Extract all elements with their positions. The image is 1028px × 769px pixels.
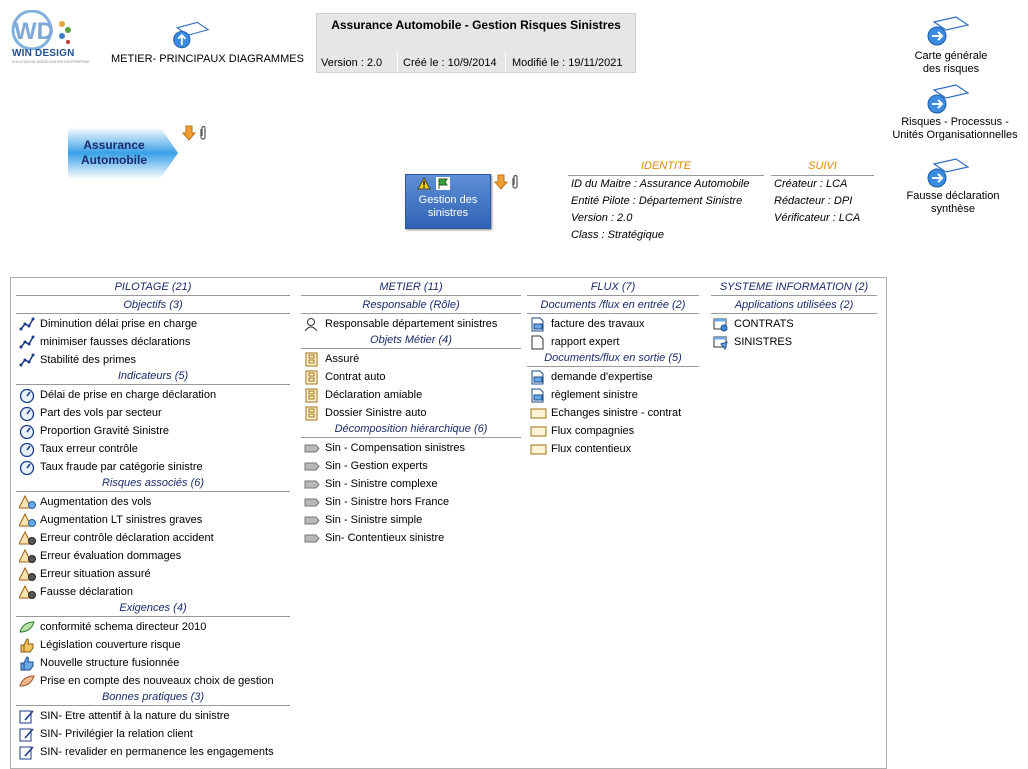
content-grid: PILOTAGE (21) Objectifs (3) Diminution d… [10,277,887,769]
modified-label: Modifié le : 19/11/2021 [512,57,623,69]
flux-entree-header: Documents /flux en entrée (2) [540,299,686,311]
carte-risques-link[interactable]: Carte générale des risques [898,50,1004,76]
suivi-title: SUIVI [808,160,837,172]
principaux-diagrammes-link[interactable]: METIER- PRINCIPAUX DIAGRAMMES [111,53,304,65]
principaux-diagrammes-link-icon[interactable] [170,20,210,55]
pilotage-header: PILOTAGE (21) [114,281,192,293]
windesign-logo: WD WIN DESIGN SOLUTION DE MODÉLISATION D… [10,9,89,66]
attachment-icon[interactable] [198,125,208,144]
fausse-declaration-link[interactable]: Fausse déclaration synthèse [898,190,1008,216]
svg-text:WD: WD [14,18,54,45]
flux-header: FLUX (7) [590,281,636,293]
carte-risques-link-icon[interactable] [926,16,970,51]
download-arrow-icon[interactable] [181,125,197,144]
risques-processus-link[interactable]: Risques - Processus - Unités Organisation… [892,116,1018,142]
risques-processus-link-icon[interactable] [926,84,970,119]
responsable-header: Responsable (Rôle) [362,299,460,311]
process-attachment-icon[interactable] [510,174,520,193]
process-download-arrow-icon[interactable] [493,174,509,193]
objets-metier-header: Objets Métier (4) [370,334,452,346]
metier-header: METIER (11) [379,281,443,293]
decomposition-header: Décomposition hiérarchique (6) [334,423,488,435]
warning-icon [417,177,431,190]
version-label: Version : 2.0 [321,57,383,69]
suivi-info: Créateur : LCA Rédacteur : DPI Vérificat… [774,178,861,224]
si-header: SYSTEME INFORMATION (2) [719,281,869,293]
page-title: Assurance Automobile - Gestion Risques S… [331,18,621,32]
flag-icon [436,177,450,190]
applications-header: Applications utilisées (2) [734,299,854,311]
parent-process-assurance-automobile[interactable]: Assurance Automobile [68,126,180,180]
created-label: Créé le : 10/9/2014 [403,57,497,69]
fausse-declaration-link-icon[interactable] [926,158,970,193]
title-box: Assurance Automobile - Gestion Risques S… [316,13,636,73]
risques-header: Risques associés (6) [101,477,205,489]
logo-brand: WIN DESIGN [12,48,75,59]
process-gestion-sinistres[interactable]: Gestion des sinistres [405,174,491,229]
flux-sortie-header: Documents/flux en sortie (5) [544,352,682,364]
identite-title: IDENTITE [640,160,692,172]
bonnes-pratiques-header: Bonnes pratiques (3) [101,691,205,703]
indicateurs-header: Indicateurs (5) [117,370,189,382]
identite-info: ID du Maitre : Assurance Automobile Enti… [571,178,750,241]
exigences-header: Exigences (4) [119,602,187,614]
logo-tagline: SOLUTION DE MODÉLISATION D'ENTREPRISE [12,60,90,64]
objectifs-header: Objectifs (3) [123,299,183,311]
